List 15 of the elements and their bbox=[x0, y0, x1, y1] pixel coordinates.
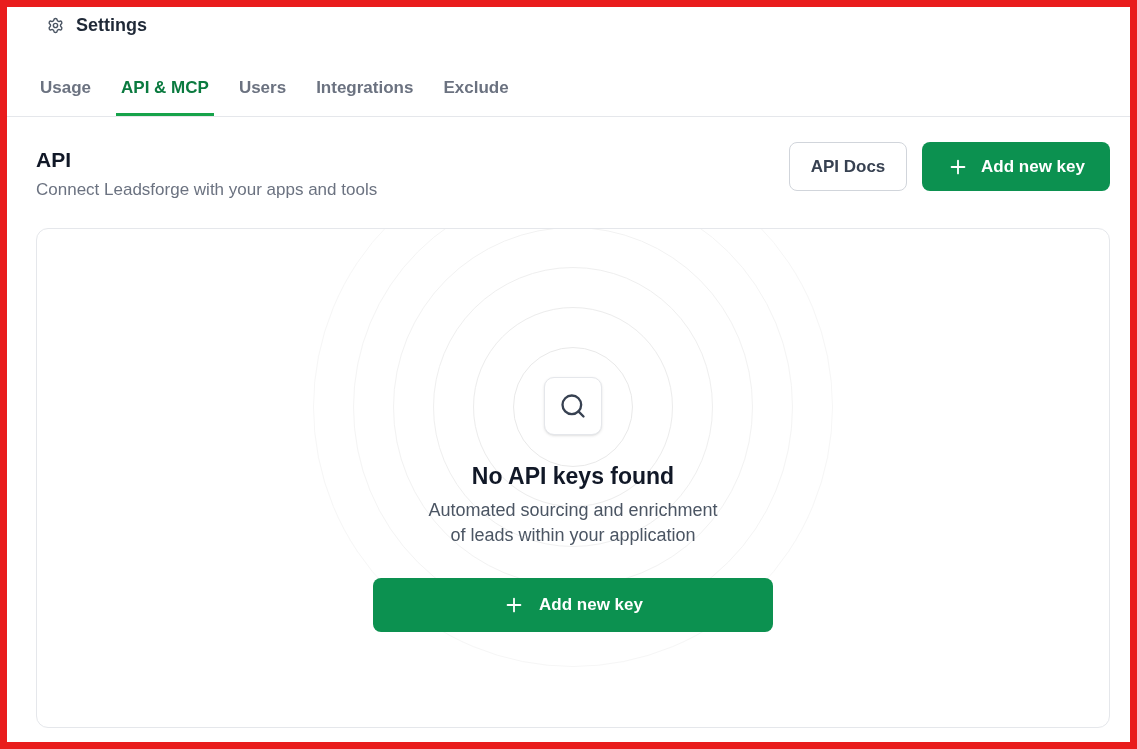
add-key-button[interactable]: Add new key bbox=[373, 578, 773, 632]
empty-state-title: No API keys found bbox=[471, 462, 675, 491]
tab[interactable]: API & MCP bbox=[116, 66, 214, 116]
tab[interactable]: Users bbox=[233, 66, 292, 116]
tab[interactable]: Usage bbox=[35, 66, 97, 116]
empty-state-description: Automated sourcing and enrichment of leads within your application bbox=[427, 499, 719, 547]
page-title: Settings bbox=[76, 14, 147, 37]
tab[interactable]: Exclude bbox=[438, 66, 514, 116]
section-title: API bbox=[36, 147, 72, 173]
search-icon bbox=[544, 377, 602, 435]
tab[interactable]: Integrations bbox=[311, 66, 419, 116]
section-subtitle: Connect Leadsforge with your apps and tools bbox=[36, 179, 378, 201]
add-key-button[interactable]: Add new key bbox=[922, 142, 1110, 191]
settings-icon bbox=[47, 16, 64, 34]
docs-button[interactable]: API Docs bbox=[789, 142, 907, 191]
